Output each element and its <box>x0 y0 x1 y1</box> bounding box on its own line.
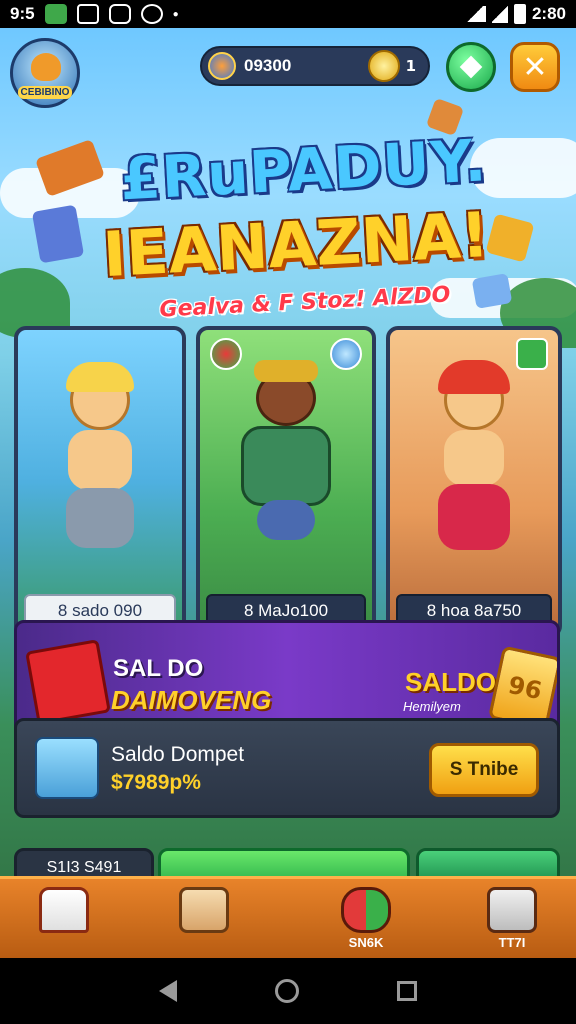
logo-text: CEBIBINO <box>17 86 73 99</box>
game-logo[interactable]: CEBIBINO <box>10 38 80 108</box>
fox-hero-icon <box>40 362 160 570</box>
currency-bar[interactable]: 09300 1 <box>200 46 430 86</box>
add-currency-button[interactable] <box>446 42 496 92</box>
image-notification-icon <box>76 4 99 24</box>
crystal-cube-decoration <box>31 204 85 264</box>
media-notification-icon <box>140 4 163 24</box>
upgrade-badge-icon <box>516 338 548 370</box>
bottom-tile-text: S1I3 S491 <box>46 859 122 876</box>
ticket-text: 96 <box>505 670 545 706</box>
close-button[interactable]: ✕ <box>510 42 560 92</box>
crystal-decoration <box>471 273 513 309</box>
nav-label-tv: TT7I <box>498 935 526 950</box>
wallet-panel: Saldo Dompet $7989p% S Tnibe <box>14 718 560 818</box>
wallet-action-button[interactable]: S Tnibe <box>429 743 539 797</box>
wifi-icon <box>463 6 486 22</box>
signal-icon <box>491 5 508 23</box>
more-dot-icon: ● <box>172 8 179 20</box>
gem-icon <box>208 52 236 80</box>
red-gift-box-icon <box>25 639 111 725</box>
wallet-chest-icon <box>35 737 99 799</box>
fox-logo-icon <box>31 53 61 81</box>
banner-right-line2: Hemilyem <box>403 699 461 714</box>
game-screen: CEBIBINO 09300 1 ✕ £RuPADUY. IEANAZNA! G… <box>0 28 576 958</box>
wallet-title: Saldo Dompet <box>111 743 245 766</box>
home-icon <box>39 887 89 933</box>
chat-notification-icon <box>108 4 131 24</box>
app-notification-icon <box>44 4 67 24</box>
fire-hero-icon <box>414 360 534 570</box>
game-subtitle: Gealva & F Stoz! AlZDO <box>158 282 452 323</box>
tv-icon <box>487 887 537 933</box>
status-time-right: 2:80 <box>531 4 566 23</box>
gem-value: 09300 <box>244 56 292 75</box>
status-time-left: 9:5 <box>10 4 35 23</box>
battery-icon <box>513 4 526 24</box>
system-nav-bar <box>0 958 576 1024</box>
coin-icon <box>367 50 400 82</box>
back-icon[interactable] <box>159 980 177 1002</box>
character-card-2[interactable]: 8 MaJo100 <box>196 326 376 638</box>
nav-item-tv[interactable]: TT7I <box>476 887 548 955</box>
banner-left-line1: SAL DO <box>113 655 204 682</box>
shop-box-icon <box>179 887 229 933</box>
warrior-hero-icon <box>221 360 351 560</box>
nav-item-home[interactable] <box>28 887 100 955</box>
home-circle-icon[interactable] <box>275 979 299 1003</box>
nav-label-events: SN6K <box>348 935 384 950</box>
recent-apps-icon[interactable] <box>397 981 417 1001</box>
character-card-1[interactable]: 8 sado 090 <box>14 326 186 638</box>
banner-left-line2: DAIMOVENG <box>111 685 272 715</box>
wallet-button-label: S Tnibe <box>449 759 519 780</box>
event-badge-icon <box>341 887 391 933</box>
plus-icon <box>459 55 483 79</box>
close-icon: ✕ <box>522 49 548 85</box>
coin-value: 1 <box>405 57 416 75</box>
wallet-balance: $7989p% <box>111 771 201 794</box>
nav-item-events[interactable]: SN6K <box>330 887 402 955</box>
bottom-nav: SN6K TT7I <box>0 876 576 958</box>
status-bar: 9:5 ● 2:80 <box>0 0 576 28</box>
character-card-3[interactable]: 8 hoa 8a750 <box>386 326 562 638</box>
nav-item-shop[interactable] <box>168 887 240 955</box>
game-title-line2: IEANAZNA! <box>101 197 491 292</box>
banner-right-line1: SALDO <box>405 667 496 697</box>
